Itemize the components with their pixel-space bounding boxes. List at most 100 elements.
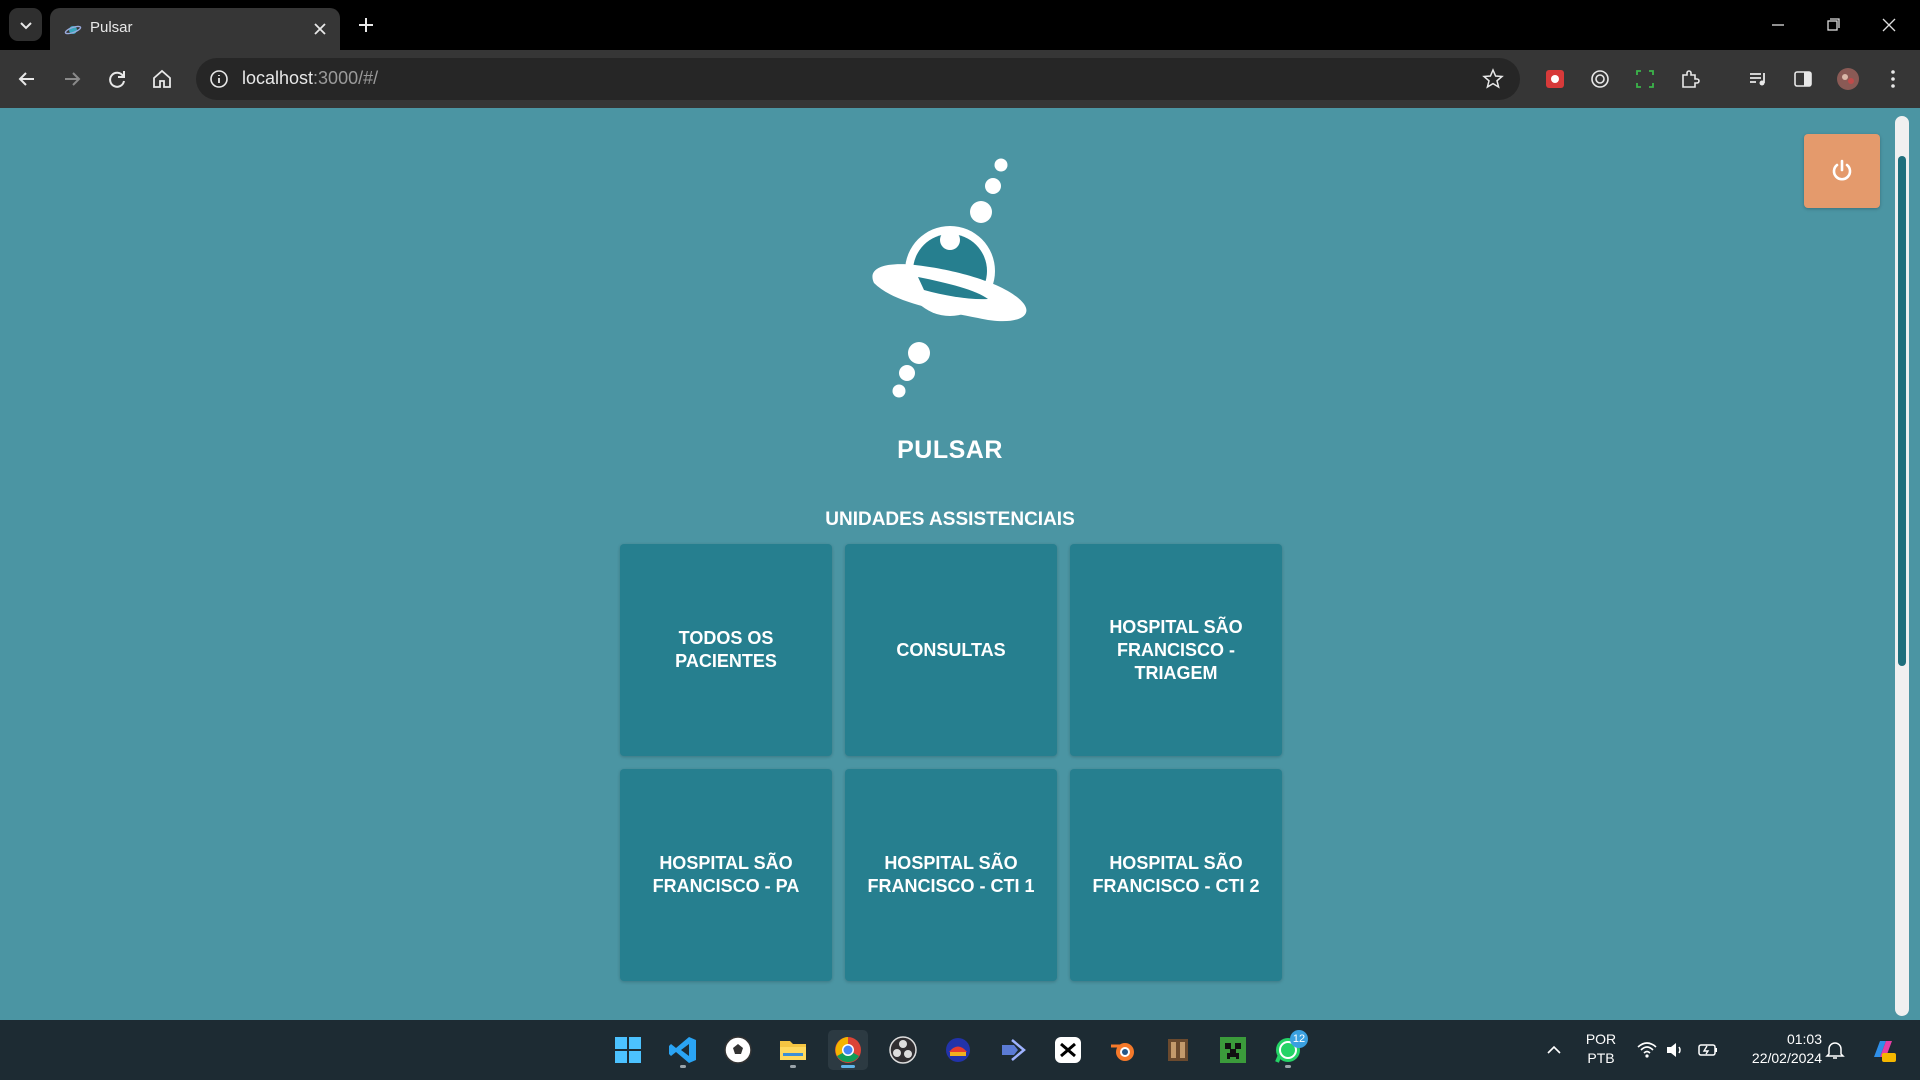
kebab-menu-icon: [1891, 70, 1895, 88]
scrollbar-thumb[interactable]: [1898, 156, 1906, 666]
unit-card-cti-2[interactable]: HOSPITAL SÃO FRANCISCO - CTI 2: [1070, 769, 1282, 981]
taskbar-blender[interactable]: [1103, 1030, 1143, 1070]
power-icon: [1832, 159, 1852, 181]
reload-button[interactable]: [103, 65, 131, 93]
whatsapp-badge: 12: [1290, 1030, 1308, 1048]
logout-button[interactable]: [1804, 134, 1880, 208]
language-code: POR: [1585, 1031, 1617, 1047]
unit-card-todos-os-pacientes[interactable]: TODOS OS PACIENTES: [620, 544, 832, 756]
bookmark-star-icon[interactable]: [1482, 68, 1504, 90]
close-tab-icon[interactable]: [310, 19, 330, 39]
minimize-icon[interactable]: [1765, 12, 1791, 38]
wifi-icon[interactable]: [1636, 1039, 1658, 1061]
folder-icon: [780, 1041, 806, 1060]
windows-start-icon: [615, 1037, 641, 1063]
puzzle-icon: [1682, 70, 1700, 88]
soccer-ball-icon: [724, 1036, 752, 1064]
copilot-icon[interactable]: [1868, 1035, 1898, 1065]
start-button[interactable]: [608, 1030, 648, 1070]
tab-title: Pulsar: [90, 19, 133, 36]
extensions-button[interactable]: [1677, 66, 1703, 92]
arrow-right-icon: [65, 72, 81, 86]
profile-button[interactable]: [1835, 66, 1861, 92]
chrome-menu-button[interactable]: [1880, 66, 1906, 92]
battery-icon[interactable]: [1697, 1039, 1719, 1061]
extension-target-button[interactable]: [1587, 66, 1613, 92]
page-scrollbar[interactable]: [1895, 116, 1909, 1016]
pulsar-favicon-icon: [64, 25, 82, 35]
chrome-icon: [835, 1037, 861, 1063]
side-panel-button[interactable]: [1790, 66, 1816, 92]
input-language[interactable]: POR PTB: [1582, 1030, 1620, 1068]
game-icon: [1168, 1039, 1188, 1061]
target-icon: [1591, 70, 1609, 88]
extension-screenshot-button[interactable]: [1632, 66, 1658, 92]
keyboard-layout: PTB: [1587, 1050, 1615, 1066]
unit-card-label: TODOS OS PACIENTES: [675, 628, 777, 671]
arrow-left-icon: [18, 72, 34, 86]
clock-time: 01:03: [1786, 1031, 1822, 1047]
reload-icon: [109, 71, 125, 88]
unit-card-label: HOSPITAL SÃO FRANCISCO - CTI 1: [867, 853, 1035, 896]
side-panel-icon: [1794, 71, 1812, 87]
restore-icon[interactable]: [1820, 12, 1846, 38]
chevron-down-icon: [19, 21, 32, 29]
browser-toolbar: localhost:3000/#/: [0, 50, 1920, 108]
taskbar-obs[interactable]: [883, 1030, 923, 1070]
notification-bell-icon[interactable]: [1824, 1039, 1846, 1061]
blender-icon: [1111, 1043, 1134, 1061]
avatar-icon: [1837, 68, 1859, 90]
section-title: UNIDADES ASSISTENCIAIS: [825, 509, 1075, 530]
browser-tab[interactable]: Pulsar: [50, 8, 340, 50]
taskbar-chrome[interactable]: [828, 1030, 868, 1070]
taskbar-soccer-app[interactable]: [718, 1030, 758, 1070]
new-tab-icon[interactable]: [354, 13, 378, 37]
tab-search-button[interactable]: [9, 8, 42, 41]
page-content: PULSAR UNIDADES ASSISTENCIAIS TODOS OS P…: [0, 108, 1920, 1020]
taskbar-minecraft[interactable]: [1213, 1030, 1253, 1070]
unit-card-triagem[interactable]: HOSPITAL SÃO FRANCISCO - TRIAGEM: [1070, 544, 1282, 756]
volume-icon[interactable]: [1664, 1039, 1686, 1061]
pulsar-logo-icon: [872, 158, 1027, 398]
units-grid: TODOS OS PACIENTES CONSULTAS HOSPITAL SÃ…: [620, 544, 1282, 981]
capcut-icon: [1055, 1037, 1081, 1063]
browser-tab-strip: Pulsar: [0, 0, 1920, 50]
address-bar[interactable]: localhost:3000/#/: [196, 58, 1520, 100]
close-window-icon[interactable]: [1876, 12, 1902, 38]
back-button[interactable]: [13, 65, 41, 93]
unit-card-cti-1[interactable]: HOSPITAL SÃO FRANCISCO - CTI 1: [845, 769, 1057, 981]
url-text: localhost:3000/#/: [242, 68, 378, 89]
windows-taskbar: 12 POR PTB 01:03 22/02/2024: [0, 1020, 1920, 1080]
taskbar-capcut[interactable]: [1048, 1030, 1088, 1070]
unit-card-label: HOSPITAL SÃO FRANCISCO - PA: [652, 853, 800, 896]
app-icon: [946, 1038, 970, 1062]
devtool-icon: [1002, 1039, 1026, 1061]
taskbar-devtool[interactable]: [993, 1030, 1033, 1070]
taskbar-file-explorer[interactable]: [773, 1030, 813, 1070]
taskbar-app[interactable]: [938, 1030, 978, 1070]
unit-card-label: CONSULTAS: [896, 639, 1006, 660]
chevron-up-icon[interactable]: [1543, 1039, 1565, 1061]
taskbar-whatsapp[interactable]: 12: [1268, 1030, 1308, 1070]
media-control-button[interactable]: [1745, 66, 1771, 92]
minecraft-icon: [1220, 1037, 1246, 1063]
home-icon: [153, 69, 171, 88]
unit-card-label: HOSPITAL SÃO FRANCISCO - CTI 2: [1092, 853, 1260, 896]
extension-red-button[interactable]: [1542, 66, 1568, 92]
clock[interactable]: 01:03 22/02/2024: [1732, 1030, 1822, 1068]
clock-date: 22/02/2024: [1751, 1050, 1822, 1066]
taskbar-vscode[interactable]: [663, 1030, 703, 1070]
media-queue-icon: [1750, 73, 1765, 86]
unit-card-consultas[interactable]: CONSULTAS: [845, 544, 1057, 756]
app-title: PULSAR: [897, 436, 1003, 464]
url-path: :3000/#/: [313, 68, 379, 88]
taskbar-game[interactable]: [1158, 1030, 1198, 1070]
vscode-icon: [669, 1037, 696, 1063]
forward-button[interactable]: [58, 65, 86, 93]
unit-card-label: HOSPITAL SÃO FRANCISCO - TRIAGEM: [1109, 616, 1243, 683]
home-button[interactable]: [148, 65, 176, 93]
site-info-icon[interactable]: [208, 68, 230, 90]
unit-card-pa[interactable]: HOSPITAL SÃO FRANCISCO - PA: [620, 769, 832, 981]
red-extension-icon: [1546, 70, 1564, 88]
screenshot-icon: [1636, 70, 1654, 88]
